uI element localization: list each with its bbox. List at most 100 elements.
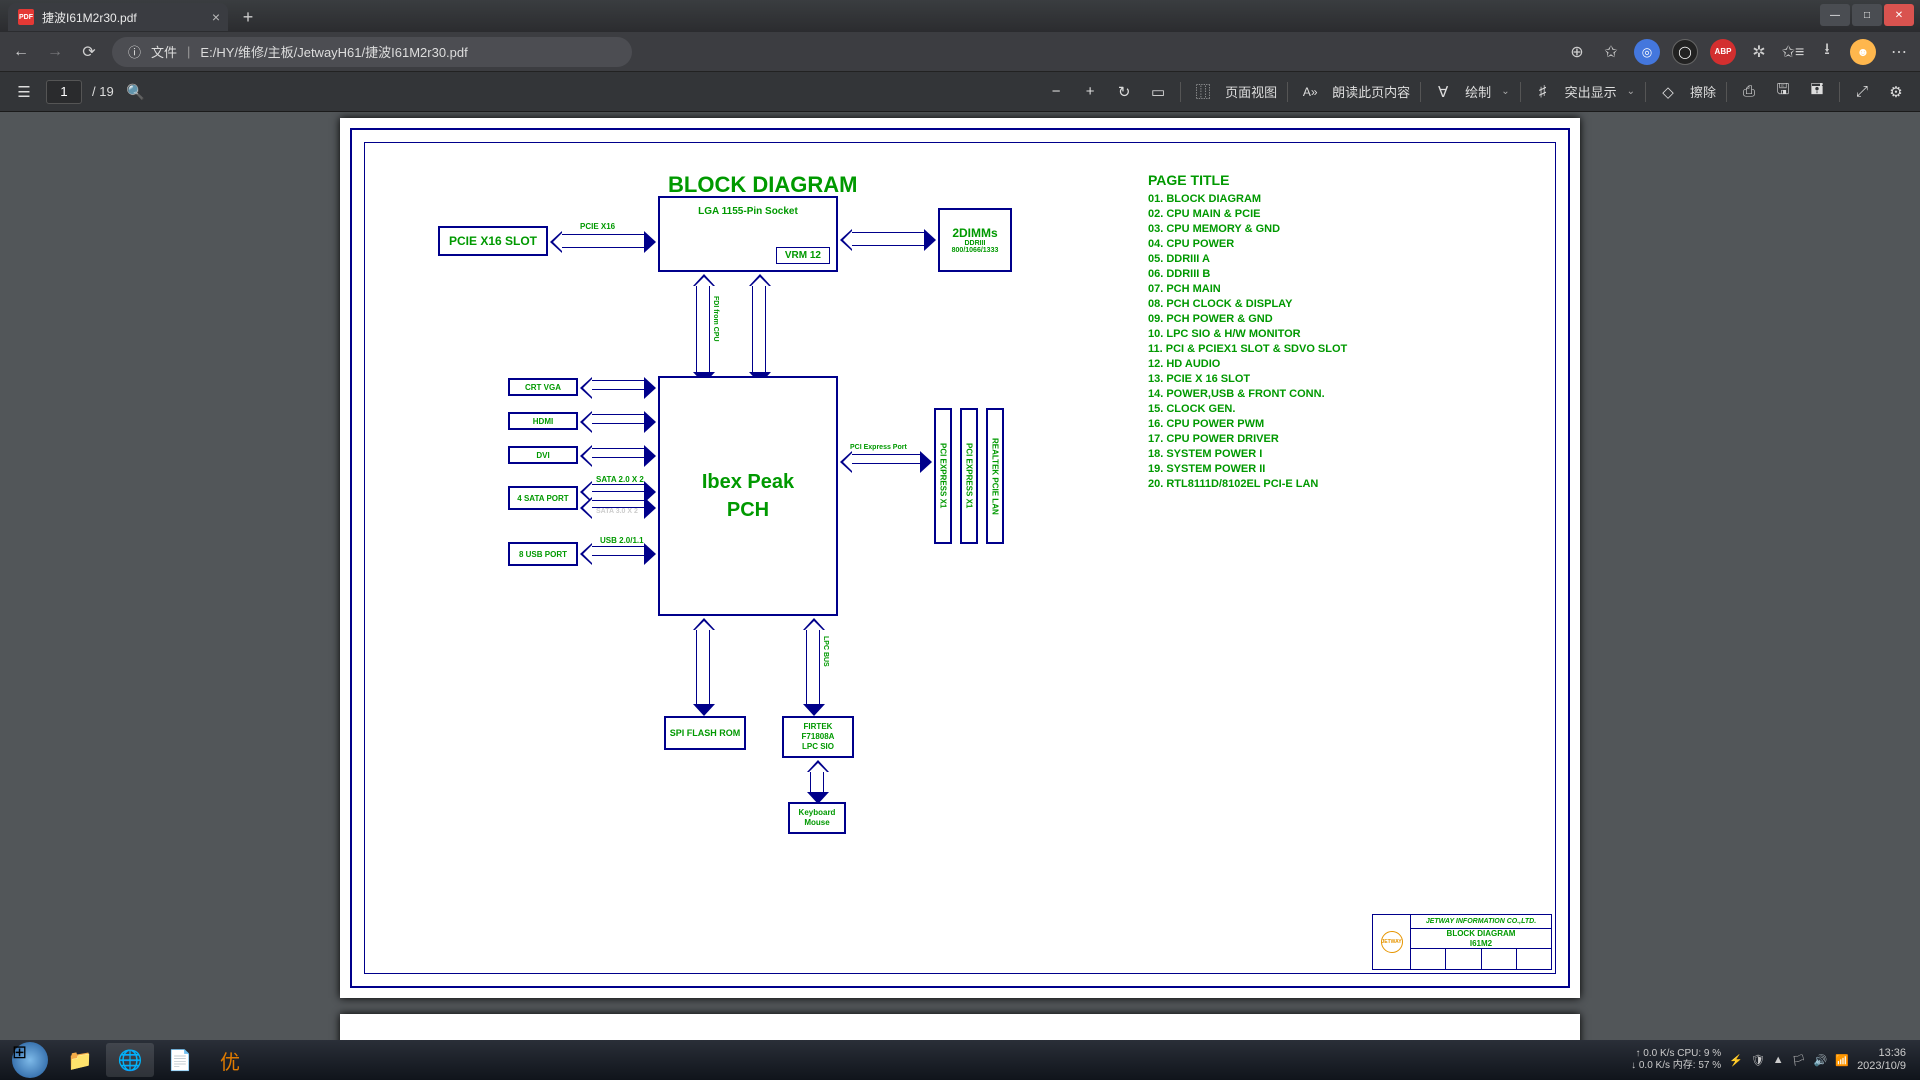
page-view-icon[interactable]: ⿲ bbox=[1191, 80, 1215, 104]
arrow-sata-b bbox=[590, 500, 646, 508]
nav-back-button[interactable]: ← bbox=[10, 41, 32, 63]
title-block: JETWAY JETWAY INFORMATION CO.,LTD. BLOCK… bbox=[1372, 914, 1552, 970]
arrow-spi bbox=[696, 628, 710, 706]
extensions-icon[interactable]: ✲ bbox=[1748, 41, 1770, 63]
address-bar: ← → ⟳ ⓘ 文件 | E:/HY/维修/主板/JetwayH61/捷波I61… bbox=[0, 32, 1920, 72]
task-explorer[interactable]: 📁 bbox=[56, 1043, 104, 1077]
box-usb: 8 USB PORT bbox=[508, 542, 578, 566]
downloads-icon[interactable]: ⭳ bbox=[1816, 41, 1838, 63]
tab-close-icon[interactable]: × bbox=[212, 9, 220, 25]
url-divider: | bbox=[187, 44, 190, 59]
read-aloud-label[interactable]: 朗读此页内容 bbox=[1332, 82, 1410, 101]
arrow-sata-a bbox=[590, 484, 646, 492]
sidebar-toggle-icon[interactable]: ☰ bbox=[12, 80, 36, 104]
windows-taskbar: ⊞ 📁 🌐 📄 优 ↑ 0.0 K/s CPU: 9 %↓ 0.0 K/s 内存… bbox=[0, 1040, 1920, 1080]
save-as-icon[interactable]: 🖬 bbox=[1805, 80, 1829, 104]
url-scheme: 文件 bbox=[151, 42, 177, 61]
page-view-label[interactable]: 页面视图 bbox=[1225, 82, 1277, 101]
tray-icon-shield[interactable]: 🛡 bbox=[1751, 1054, 1765, 1067]
task-app-2[interactable]: 优 bbox=[206, 1043, 254, 1077]
highlight-chevron-icon[interactable]: ⌄ bbox=[1627, 86, 1635, 97]
pdf-toolbar: ☰ / 19 🔍 − + ↻ ▭ ⿲ 页面视图 A» 朗读此页内容 ∀ 绘制 ⌄… bbox=[0, 72, 1920, 112]
tray-icon-battery[interactable]: ⚡ bbox=[1729, 1054, 1743, 1067]
page-title-item: 02. CPU MAIN & PCIE bbox=[1148, 207, 1347, 222]
page-number-input[interactable] bbox=[46, 80, 82, 104]
highlight-label[interactable]: 突出显示 bbox=[1565, 82, 1617, 101]
pdf-viewport[interactable]: BLOCK DIAGRAM LGA 1155-Pin Socket VRM 12… bbox=[0, 112, 1920, 1040]
window-titlebar: — □ ✕ bbox=[0, 0, 1920, 32]
window-maximize-button[interactable]: □ bbox=[1852, 4, 1882, 26]
highlight-icon[interactable]: ♯ bbox=[1531, 80, 1555, 104]
erase-label[interactable]: 擦除 bbox=[1690, 82, 1716, 101]
fullscreen-icon[interactable]: ⤢ bbox=[1850, 80, 1874, 104]
fit-page-icon[interactable]: ▭ bbox=[1146, 80, 1170, 104]
page-title-item: 06. DDRIII B bbox=[1148, 267, 1347, 282]
sio-3: LPC SIO bbox=[802, 742, 834, 752]
url-field[interactable]: ⓘ 文件 | E:/HY/维修/主板/JetwayH61/捷波I61M2r30.… bbox=[112, 37, 632, 67]
tray-network-icon[interactable]: 📶 bbox=[1835, 1054, 1849, 1067]
draw-icon[interactable]: ∀ bbox=[1431, 80, 1455, 104]
page-title-item: 07. PCH MAIN bbox=[1148, 282, 1347, 297]
ext-icon-1[interactable]: ◎ bbox=[1634, 39, 1660, 65]
search-icon[interactable]: 🔍 bbox=[124, 80, 148, 104]
start-button[interactable]: ⊞ bbox=[6, 1043, 54, 1077]
page-title-item: 03. CPU MEMORY & GND bbox=[1148, 222, 1347, 237]
page-title-item: 01. BLOCK DIAGRAM bbox=[1148, 192, 1347, 207]
net-stats: ↑ 0.0 K/s CPU: 9 %↓ 0.0 K/s 内存: 57 % bbox=[1631, 1048, 1721, 1072]
draw-chevron-icon[interactable]: ⌄ bbox=[1501, 86, 1509, 97]
box-crt: CRT VGA bbox=[508, 378, 578, 396]
arrow-kbm bbox=[810, 770, 824, 794]
page-title-item: 10. LPC SIO & H/W MONITOR bbox=[1148, 327, 1347, 342]
abp-icon[interactable]: ABP bbox=[1710, 39, 1736, 65]
task-app-1[interactable]: 📄 bbox=[156, 1043, 204, 1077]
pdf-page-next bbox=[340, 1014, 1580, 1040]
new-tab-button[interactable]: + bbox=[234, 3, 262, 31]
url-path: E:/HY/维修/主板/JetwayH61/捷波I61M2r30.pdf bbox=[200, 42, 467, 61]
tb-model: I61M2 bbox=[1470, 939, 1492, 948]
tray-chevron-icon[interactable]: ▲ bbox=[1773, 1054, 1784, 1066]
arrow-cpu-pch-l bbox=[696, 284, 710, 374]
page-title-item: 20. RTL8111D/8102EL PCI-E LAN bbox=[1148, 477, 1347, 492]
window-minimize-button[interactable]: — bbox=[1820, 4, 1850, 26]
arrow-cpu-pch-r bbox=[752, 284, 766, 374]
zoom-icon[interactable]: ⊕ bbox=[1566, 41, 1588, 63]
box-dvi: DVI bbox=[508, 446, 578, 464]
system-tray[interactable]: ↑ 0.0 K/s CPU: 9 %↓ 0.0 K/s 内存: 57 % ⚡ 🛡… bbox=[1631, 1047, 1914, 1073]
arrow-pcie bbox=[560, 234, 646, 248]
task-edge[interactable]: 🌐 bbox=[106, 1043, 154, 1077]
profile-avatar[interactable]: ☻ bbox=[1850, 39, 1876, 65]
box-pciex1-b: PCI EXPRESS X1 bbox=[960, 408, 978, 544]
save-icon[interactable]: 🖫 bbox=[1771, 80, 1795, 104]
tray-clock[interactable]: 13:362023/10/9 bbox=[1857, 1047, 1906, 1073]
arrow-pcie-port bbox=[850, 454, 922, 464]
page-title-item: 11. PCI & PCIEX1 SLOT & SDVO SLOT bbox=[1148, 342, 1347, 357]
page-title-item: 16. CPU POWER PWM bbox=[1148, 417, 1347, 432]
lbl-pcie-port: PCI Express Port bbox=[850, 444, 907, 451]
tray-icon-flag[interactable]: 🏳 bbox=[1792, 1054, 1806, 1067]
info-icon: ⓘ bbox=[128, 42, 141, 61]
favorite-icon[interactable]: ✩ bbox=[1600, 41, 1622, 63]
read-aloud-icon[interactable]: A» bbox=[1298, 80, 1322, 104]
nav-forward-button[interactable]: → bbox=[44, 41, 66, 63]
tray-volume-icon[interactable]: 🔊 bbox=[1814, 1054, 1828, 1067]
ext-icon-2[interactable]: ◯ bbox=[1672, 39, 1698, 65]
arrow-crt bbox=[590, 380, 646, 390]
window-close-button[interactable]: ✕ bbox=[1884, 4, 1914, 26]
arrow-usb bbox=[590, 546, 646, 556]
print-icon[interactable]: ⎙ bbox=[1737, 80, 1761, 104]
dimms-sub: DDRIII 800/1066/1333 bbox=[942, 240, 1008, 254]
settings-icon[interactable]: ⚙ bbox=[1884, 80, 1908, 104]
pdf-icon: PDF bbox=[18, 9, 34, 25]
draw-label[interactable]: 绘制 bbox=[1465, 82, 1491, 101]
erase-icon[interactable]: ◇ bbox=[1656, 80, 1680, 104]
nav-refresh-button[interactable]: ⟳ bbox=[78, 41, 100, 63]
favorites-bar-icon[interactable]: ✩≡ bbox=[1782, 41, 1804, 63]
tb-name: BLOCK DIAGRAM bbox=[1447, 929, 1516, 938]
zoom-out-icon[interactable]: − bbox=[1044, 80, 1068, 104]
zoom-in-icon[interactable]: + bbox=[1078, 80, 1102, 104]
mouse-label: Mouse bbox=[804, 818, 829, 828]
menu-icon[interactable]: ⋯ bbox=[1888, 41, 1910, 63]
browser-tab-active[interactable]: PDF 捷波I61M2r30.pdf × bbox=[8, 3, 228, 31]
rotate-icon[interactable]: ↻ bbox=[1112, 80, 1136, 104]
arrow-sio bbox=[806, 628, 820, 706]
